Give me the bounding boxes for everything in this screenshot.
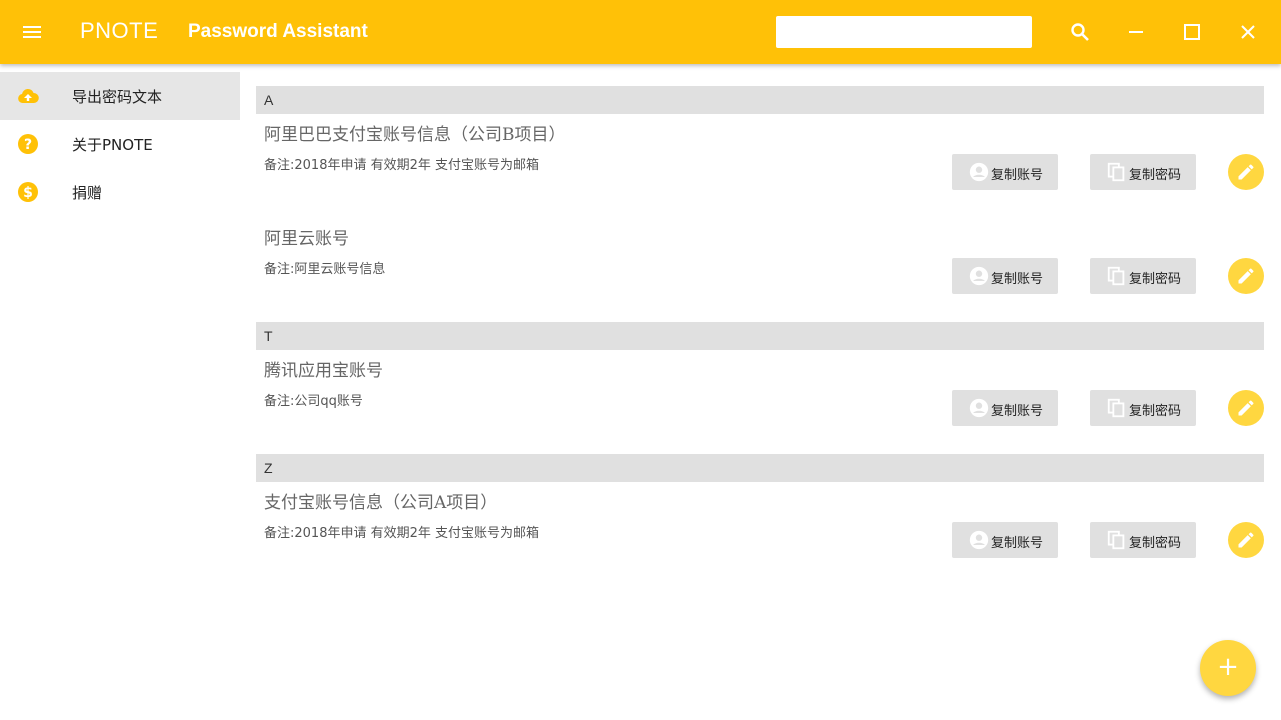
minimize-icon[interactable] bbox=[1124, 20, 1148, 44]
sidebar-item-label: 关于PNOTE bbox=[72, 136, 153, 154]
search-input[interactable] bbox=[776, 16, 1032, 48]
account-circle-icon bbox=[969, 162, 989, 182]
pencil-icon bbox=[1238, 400, 1254, 416]
group-letter: Z bbox=[264, 460, 273, 476]
plus-icon: + bbox=[1217, 652, 1239, 682]
copy-password-button[interactable]: 复制密码 bbox=[1090, 522, 1196, 558]
button-label: 复制账号 bbox=[991, 272, 1044, 287]
sidebar-item-donate[interactable]: $ 捐赠 bbox=[0, 168, 240, 216]
button-label: 复制账号 bbox=[991, 404, 1044, 419]
entry-note: 备注:2018年申请 有效期2年 支付宝账号为邮箱 bbox=[264, 158, 539, 173]
close-icon[interactable] bbox=[1236, 20, 1260, 44]
edit-button[interactable] bbox=[1228, 258, 1264, 294]
sidebar: 导出密码文本 ? 关于PNOTE $ 捐赠 bbox=[0, 64, 240, 720]
button-label: 复制账号 bbox=[991, 536, 1044, 551]
pencil-icon bbox=[1238, 532, 1254, 548]
app-name: PNOTE bbox=[80, 18, 159, 43]
copy-account-button[interactable]: 复制账号 bbox=[952, 258, 1058, 294]
copy-account-button[interactable]: 复制账号 bbox=[952, 522, 1058, 558]
button-label: 复制密码 bbox=[1129, 168, 1182, 183]
password-list: A 阿里巴巴支付宝账号信息（公司B项目） 备注:2018年申请 有效期2年 支付… bbox=[256, 64, 1264, 720]
sidebar-item-export[interactable]: 导出密码文本 bbox=[0, 72, 240, 120]
list-item: 阿里巴巴支付宝账号信息（公司B项目） 备注:2018年申请 有效期2年 支付宝账… bbox=[256, 116, 1264, 220]
svg-text:$: $ bbox=[23, 185, 33, 201]
maximize-icon[interactable] bbox=[1180, 20, 1204, 44]
button-label: 复制密码 bbox=[1129, 404, 1182, 419]
entry-note: 备注:公司qq账号 bbox=[264, 394, 363, 409]
copy-icon bbox=[1107, 162, 1125, 182]
entry-note: 备注:阿里云账号信息 bbox=[264, 262, 386, 277]
entry-title: 阿里巴巴支付宝账号信息（公司B项目） bbox=[264, 125, 566, 145]
copy-account-button[interactable]: 复制账号 bbox=[952, 154, 1058, 190]
button-label: 复制账号 bbox=[991, 168, 1044, 183]
copy-icon bbox=[1107, 398, 1125, 418]
group-letter: A bbox=[264, 92, 274, 108]
group-header-z: Z bbox=[256, 454, 1264, 482]
account-circle-icon bbox=[969, 266, 989, 286]
sidebar-item-label: 捐赠 bbox=[72, 184, 103, 202]
copy-icon bbox=[1107, 266, 1125, 286]
list-item: 阿里云账号 备注:阿里云账号信息 复制账号 复制密码 bbox=[256, 220, 1264, 324]
title-bar: PNOTE Password Assistant bbox=[0, 0, 1281, 64]
pencil-icon bbox=[1238, 268, 1254, 284]
account-circle-icon bbox=[969, 398, 989, 418]
help-icon: ? bbox=[16, 132, 40, 156]
group-header-t: T bbox=[256, 322, 1264, 350]
sidebar-item-about[interactable]: ? 关于PNOTE bbox=[0, 120, 240, 168]
account-circle-icon bbox=[969, 530, 989, 550]
app-subtitle: Password Assistant bbox=[188, 21, 368, 42]
copy-account-button[interactable]: 复制账号 bbox=[952, 390, 1058, 426]
button-label: 复制密码 bbox=[1129, 536, 1182, 551]
add-entry-button[interactable]: + bbox=[1200, 640, 1256, 696]
sidebar-item-label: 导出密码文本 bbox=[72, 88, 163, 106]
copy-password-button[interactable]: 复制密码 bbox=[1090, 258, 1196, 294]
list-item: 支付宝账号信息（公司A项目） 备注:2018年申请 有效期2年 支付宝账号为邮箱… bbox=[256, 484, 1264, 588]
edit-button[interactable] bbox=[1228, 390, 1264, 426]
edit-button[interactable] bbox=[1228, 154, 1264, 190]
copy-icon bbox=[1107, 530, 1125, 550]
list-item: 腾讯应用宝账号 备注:公司qq账号 复制账号 复制密码 bbox=[256, 352, 1264, 456]
entry-note: 备注:2018年申请 有效期2年 支付宝账号为邮箱 bbox=[264, 526, 539, 541]
entry-title: 阿里云账号 bbox=[264, 229, 349, 249]
menu-icon[interactable] bbox=[20, 20, 44, 44]
edit-button[interactable] bbox=[1228, 522, 1264, 558]
button-label: 复制密码 bbox=[1129, 272, 1182, 287]
dollar-icon: $ bbox=[16, 180, 40, 204]
search-icon[interactable] bbox=[1068, 20, 1092, 44]
entry-title: 支付宝账号信息（公司A项目） bbox=[264, 493, 498, 513]
cloud-upload-icon bbox=[16, 84, 40, 108]
copy-password-button[interactable]: 复制密码 bbox=[1090, 154, 1196, 190]
group-letter: T bbox=[264, 328, 273, 344]
entry-title: 腾讯应用宝账号 bbox=[264, 361, 383, 381]
group-header-a: A bbox=[256, 86, 1264, 114]
svg-text:?: ? bbox=[24, 137, 32, 153]
pencil-icon bbox=[1238, 164, 1254, 180]
copy-password-button[interactable]: 复制密码 bbox=[1090, 390, 1196, 426]
